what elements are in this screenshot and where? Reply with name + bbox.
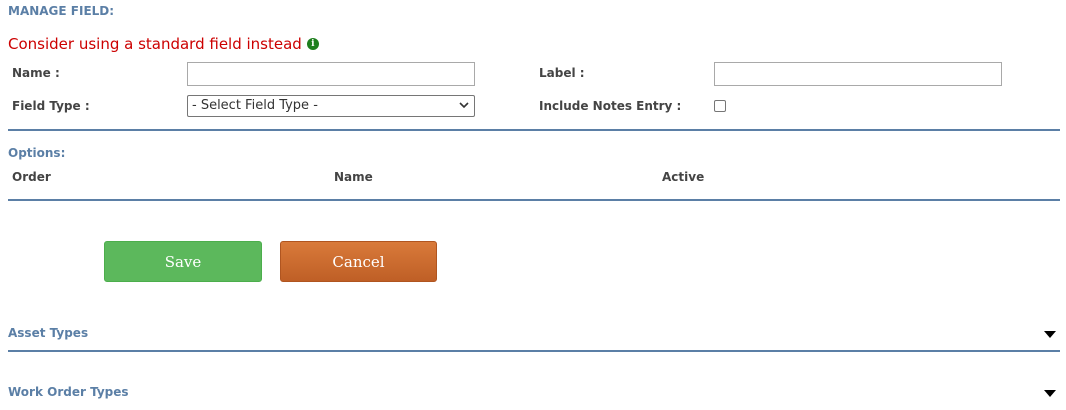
section-label: Work Order Types <box>8 385 129 399</box>
section-asset-types[interactable]: Asset Types <box>8 322 1060 344</box>
field-type-select[interactable]: - Select Field Type - <box>187 95 475 117</box>
include-notes-checkbox[interactable] <box>714 100 726 112</box>
include-notes-label: Include Notes Entry : <box>539 99 682 113</box>
field-type-selected-value: - Select Field Type - <box>192 98 318 113</box>
label-input[interactable] <box>714 62 1002 86</box>
sections-divider <box>8 350 1060 352</box>
field-type-label: Field Type : <box>12 99 90 113</box>
label-label: Label : <box>539 66 585 80</box>
options-column-name: Name <box>334 170 373 184</box>
caret-down-icon[interactable] <box>1044 331 1056 338</box>
notice-text: Consider using a standard field instead <box>8 35 302 53</box>
save-button[interactable]: Save <box>104 241 262 282</box>
options-column-active: Active <box>662 170 705 184</box>
options-title: Options: <box>8 146 66 160</box>
options-divider <box>8 199 1060 201</box>
cancel-button[interactable]: Cancel <box>280 241 437 282</box>
section-label: Asset Types <box>8 326 89 340</box>
standard-field-notice: Consider using a standard field instead … <box>8 35 319 53</box>
name-input[interactable] <box>187 62 475 86</box>
info-circle-icon[interactable]: i <box>306 38 319 50</box>
name-label: Name : <box>12 66 60 80</box>
manage-field-title: MANAGE FIELD: <box>8 4 115 18</box>
chevron-down-icon <box>459 102 469 109</box>
form-divider <box>8 129 1060 131</box>
caret-down-icon[interactable] <box>1044 390 1056 397</box>
options-column-order: Order <box>12 170 51 184</box>
section-work-order-types[interactable]: Work Order Types <box>8 381 1060 403</box>
